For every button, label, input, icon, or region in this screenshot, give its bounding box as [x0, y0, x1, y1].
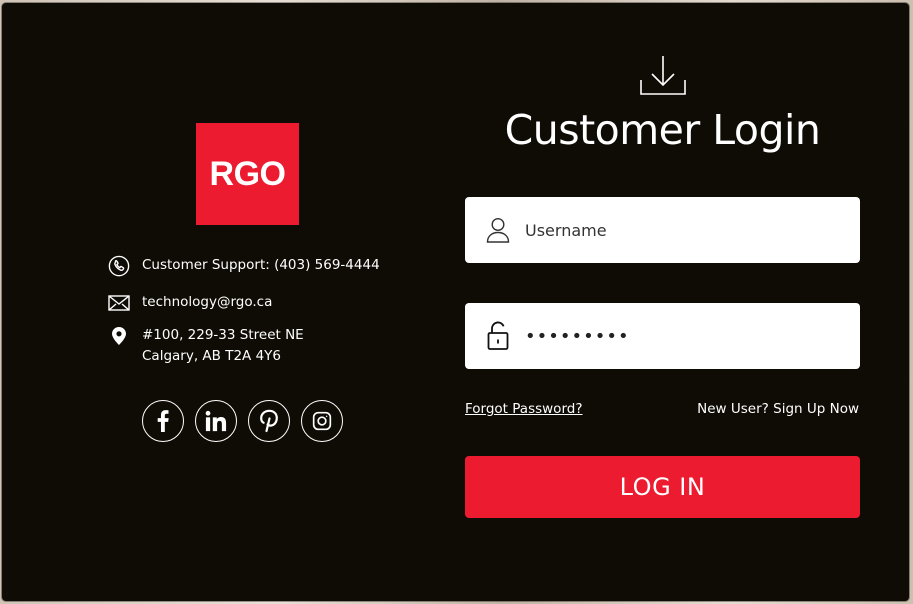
logo-text: RGO: [209, 154, 286, 193]
page-title: Customer Login: [504, 106, 821, 154]
linkedin-link[interactable]: [195, 400, 237, 442]
signup-link[interactable]: New User? Sign Up Now: [697, 401, 859, 417]
facebook-icon: [157, 410, 169, 432]
address-line-2: Calgary, AB T2A 4Y6: [142, 348, 281, 364]
support-email-text: technology@rgo.ca: [142, 294, 273, 310]
support-phone: Customer Support: (403) 569-4444: [106, 255, 380, 277]
mail-icon: [106, 292, 132, 314]
map-pin-icon: [106, 325, 132, 347]
download-icon: [639, 54, 687, 96]
pinterest-icon: [260, 409, 278, 433]
office-address: #100, 229-33 Street NE Calgary, AB T2A 4…: [106, 325, 304, 367]
login-button[interactable]: LOG IN: [465, 456, 860, 518]
facebook-link[interactable]: [142, 400, 184, 442]
user-icon: [485, 215, 511, 245]
password-field[interactable]: [465, 303, 860, 369]
instagram-icon: [312, 411, 332, 431]
address-lines: #100, 229-33 Street NE Calgary, AB T2A 4…: [142, 325, 304, 367]
support-email: technology@rgo.ca: [106, 292, 272, 314]
password-input[interactable]: [525, 316, 860, 356]
instagram-link[interactable]: [301, 400, 343, 442]
username-input[interactable]: [525, 210, 860, 250]
rgo-logo: RGO: [196, 123, 299, 225]
social-links: [142, 400, 343, 442]
forgot-password-link[interactable]: Forgot Password?: [465, 401, 583, 417]
pinterest-link[interactable]: [248, 400, 290, 442]
username-field[interactable]: [465, 197, 860, 263]
phone-icon: [106, 255, 132, 277]
linkedin-icon: [205, 410, 227, 432]
support-phone-text: Customer Support: (403) 569-4444: [142, 257, 380, 273]
unlock-icon: [485, 321, 511, 351]
address-line-1: #100, 229-33 Street NE: [142, 327, 304, 343]
login-modal: RGO Customer Support: (403) 569-4444 tec…: [2, 3, 909, 601]
